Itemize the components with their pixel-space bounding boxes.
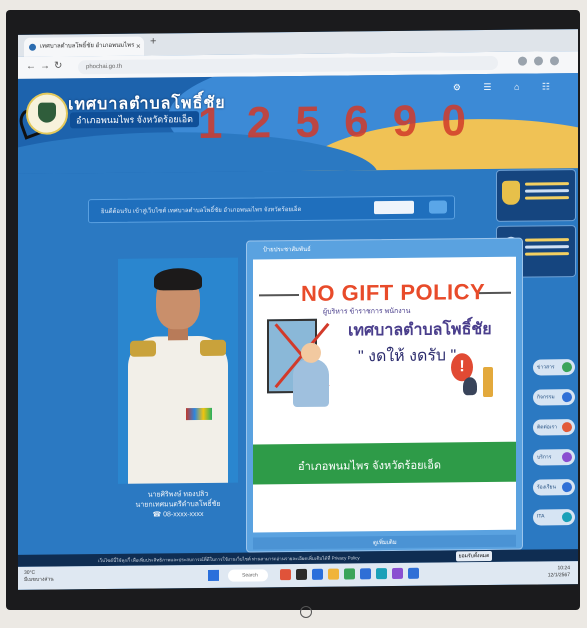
app-icon[interactable] <box>376 568 387 580</box>
no-gift-policy-poster[interactable]: NO GIFT POLICY ผู้บริหาร ข้าราชการ พนักง… <box>253 256 516 533</box>
cookie-text: เว็บไซต์นี้ใช้คุกกี้ เพื่อเพิ่มประสิทธิภ… <box>98 555 360 564</box>
medal-ribbons <box>186 407 212 421</box>
side-menu-item[interactable]: ข่าวสาร <box>533 359 575 376</box>
side-menu-label: กิจกรรม <box>537 394 555 401</box>
municipality-logo[interactable] <box>26 92 68 135</box>
tab-close-icon[interactable]: × <box>136 37 141 56</box>
menu-dot-icon <box>562 452 572 463</box>
poster-slogan: " งดให้ งดรับ " <box>358 347 457 366</box>
search-input[interactable] <box>374 200 414 215</box>
favicon-icon <box>29 43 36 51</box>
money-bag-icon <box>463 377 477 396</box>
screen: เทศบาลตำบลโพธิ์ชัย อำเภอพนมไพร × + ← → ↻… <box>18 29 578 590</box>
person-illustration <box>293 358 329 408</box>
executive-card-1[interactable] <box>496 169 576 222</box>
side-menu-label: ติดต่อเรา <box>537 424 557 431</box>
announcement-popup: ป้ายประชาสัมพันธ์ NO GIFT POLICY ผู้บริห… <box>246 237 523 553</box>
search-button[interactable] <box>429 200 447 214</box>
site-subtitle: อำเภอพนมไพร จังหวัดร้อยเอ็ด <box>70 111 200 129</box>
menu-icon[interactable] <box>550 56 559 66</box>
monitor-bezel: เทศบาลตำบลโพธิ์ชัย อำเภอพนมไพร × + ← → ↻… <box>6 10 580 618</box>
banner-graphic: 1 2 5 6 9 0 <box>198 96 472 149</box>
windows-taskbar: 30°C มีเมฆบางส่วน Search 10:24 12/1/2567 <box>18 561 578 590</box>
app-icon[interactable] <box>360 568 371 580</box>
side-menu-label: ร้องเรียน <box>537 484 556 491</box>
popup-footer[interactable]: ดูเพิ่มเติม <box>253 534 516 550</box>
weather-text: มีเมฆบางส่วน <box>24 576 54 583</box>
browser-tab[interactable]: เทศบาลตำบลโพธิ์ชัย อำเภอพนมไพร × <box>24 36 144 57</box>
chrome-icon[interactable] <box>344 568 355 580</box>
taskbar-clock[interactable]: 10:24 12/1/2567 <box>548 565 570 579</box>
clock-date: 12/1/2567 <box>547 572 570 579</box>
reload-icon[interactable]: ↻ <box>54 60 62 71</box>
power-button-icon[interactable] <box>300 606 312 618</box>
site-header: เทศบาลตำบลโพธิ์ชัย อำเภอพนมไพร จังหวัดร้… <box>18 73 578 174</box>
poster-subtitle: ผู้บริหาร ข้าราชการ พนักงาน <box>323 307 411 316</box>
mayor-position: นายกเทศมนตรีตำบลโพธิ์ชัย <box>135 500 221 509</box>
popup-title: ป้ายประชาสัมพันธ์ <box>263 246 311 254</box>
side-menu-item[interactable]: ติดต่อเรา <box>533 419 575 436</box>
badge-icon <box>502 180 520 205</box>
coins-icon <box>483 366 493 398</box>
app-icon[interactable] <box>392 567 403 580</box>
side-menu-item[interactable]: กิจกรรม <box>533 389 575 406</box>
tab-title: เทศบาลตำบลโพธิ์ชัย อำเภอพนมไพร <box>40 42 135 50</box>
file-explorer-icon[interactable] <box>328 568 339 580</box>
mayor-phone: ☎ 08-xxxx-xxxx <box>152 510 204 519</box>
poster-location: อำเภอพนมไพร จังหวัดร้อยเอ็ด <box>298 459 442 473</box>
side-menu-item[interactable]: ร้องเรียน <box>533 479 575 496</box>
start-icon[interactable] <box>208 569 219 581</box>
side-menu-label: ITA <box>537 513 545 520</box>
poster-location-band: อำเภอพนมไพร จังหวัดร้อยเอ็ด <box>253 441 516 485</box>
forward-icon[interactable]: → <box>40 61 50 72</box>
extensions-icon[interactable] <box>518 56 527 66</box>
back-icon[interactable]: ← <box>26 61 36 72</box>
url-field[interactable]: phochai.go.th <box>78 55 498 75</box>
app-icon[interactable] <box>280 569 291 581</box>
weather-widget[interactable]: 30°C มีเมฆบางส่วน <box>24 570 54 584</box>
new-tab-button[interactable]: + <box>150 35 156 47</box>
profile-icon[interactable] <box>534 56 543 66</box>
app-icon[interactable] <box>408 567 419 579</box>
menu-dot-icon <box>562 482 572 493</box>
side-menu-item[interactable]: บริการ <box>533 449 575 466</box>
side-menu-item[interactable]: ITA <box>533 509 575 526</box>
popup-more-link[interactable]: ดูเพิ่มเติม <box>373 537 397 547</box>
taskbar-search[interactable]: Search <box>228 569 268 582</box>
poster-org: เทศบาลตำบลโพธิ์ชัย <box>348 320 492 340</box>
poster-headline: NO GIFT POLICY <box>301 279 486 306</box>
side-menu-label: บริการ <box>537 454 552 461</box>
menu-dot-icon <box>562 422 572 433</box>
mayor-portrait <box>118 257 238 484</box>
menu-dot-icon <box>562 362 572 373</box>
menu-dot-icon <box>562 392 572 403</box>
cookie-accept-button[interactable]: ยอมรับทั้งหมด <box>456 550 492 562</box>
mayor-profile: นายศิริพงษ์ ทองปลิว นายกเทศมนตรีตำบลโพธิ… <box>118 257 238 524</box>
edge-icon[interactable] <box>312 568 323 580</box>
side-menu-label: ข่าวสาร <box>537 364 555 371</box>
menu-dot-icon <box>562 512 572 523</box>
welcome-marquee: ยินดีต้อนรับ เข้าสู่เว็บไซต์ เทศบาลตำบลโ… <box>101 206 302 216</box>
welcome-search-strip: ยินดีต้อนรับ เข้าสู่เว็บไซต์ เทศบาลตำบลโ… <box>88 195 455 224</box>
app-icon[interactable] <box>296 568 307 581</box>
header-tool-icons[interactable]: ⚙ ☰ ⌂ ☷ <box>453 81 560 93</box>
